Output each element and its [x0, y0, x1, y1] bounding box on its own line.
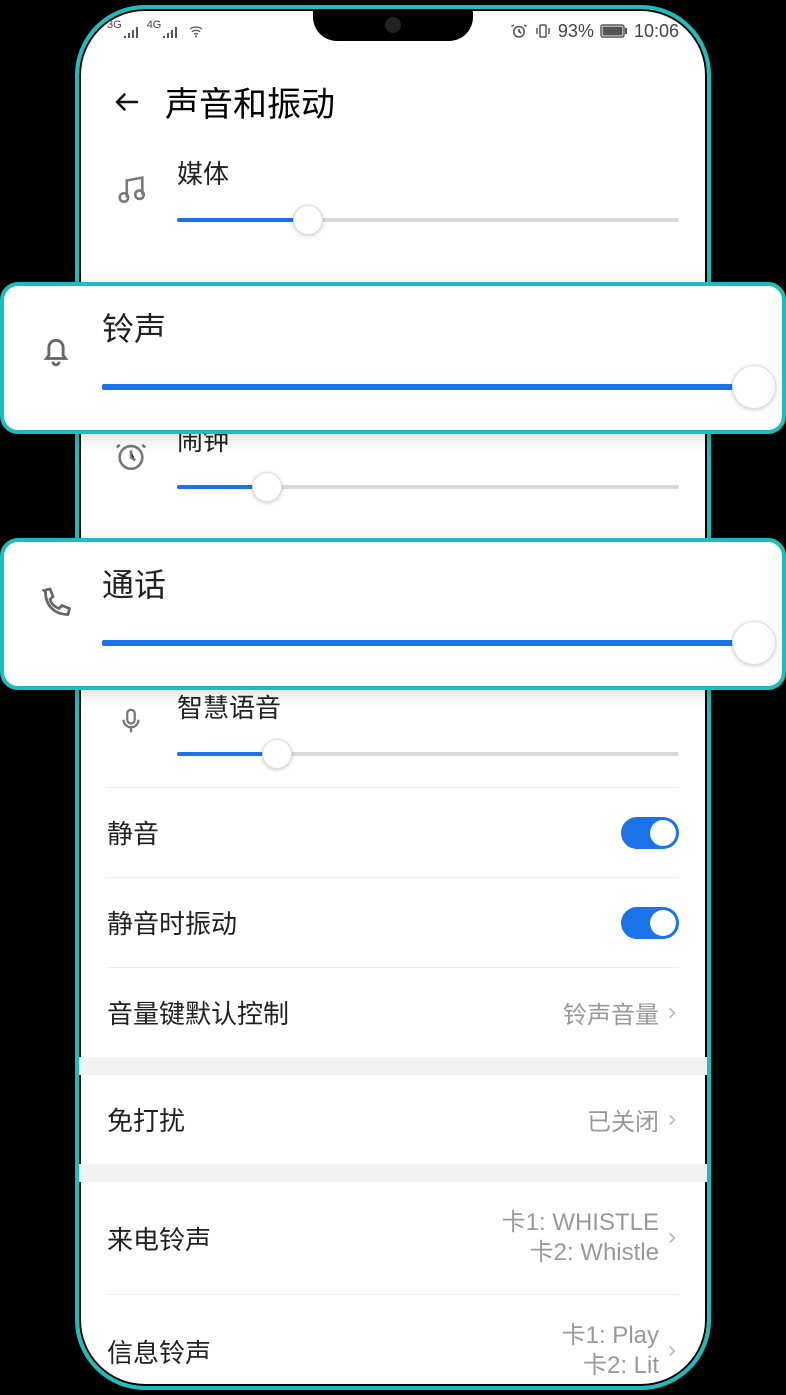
ringtone-value: 卡1: WHISTLE 卡2: Whistle [502, 1208, 659, 1268]
call-volume-callout: 通话 [0, 538, 786, 690]
chevron-right-icon [665, 1227, 679, 1249]
vibrate-status-icon [534, 22, 552, 40]
phone-frame: 3G 4G 93% [75, 5, 711, 1390]
media-label: 媒体 [177, 154, 679, 191]
vibrate-muted-label: 静音时振动 [107, 904, 237, 941]
volume-key-row[interactable]: 音量键默认控制 铃声音量 [79, 968, 707, 1057]
mute-toggle[interactable] [621, 817, 679, 849]
notch [313, 9, 473, 41]
page-title: 声音和振动 [165, 77, 335, 126]
dnd-row[interactable]: 免打扰 已关闭 [79, 1075, 707, 1164]
message-tone-value: 卡1: Play 卡2: Lit [562, 1321, 659, 1381]
chevron-right-icon [665, 1002, 679, 1024]
app-bar: 声音和振动 [79, 53, 707, 136]
battery-percent: 93% [558, 21, 594, 42]
signal-4g-icon: 4G [147, 24, 181, 38]
call-label: 通话 [102, 560, 754, 606]
alarm-slider[interactable] [177, 472, 679, 502]
music-note-icon [107, 172, 155, 206]
status-time: 10:06 [634, 21, 679, 42]
volume-key-label: 音量键默认控制 [107, 994, 289, 1031]
wifi-icon [186, 23, 206, 39]
vibrate-muted-row[interactable]: 静音时振动 [79, 878, 707, 967]
section-gap [79, 1057, 707, 1075]
back-button[interactable] [107, 82, 147, 122]
volume-key-value: 铃声音量 [563, 995, 659, 1030]
media-slider[interactable] [177, 205, 679, 235]
dnd-value: 已关闭 [587, 1102, 659, 1137]
signal-3g-icon: 3G [107, 24, 141, 38]
ring-label: 铃声 [102, 304, 754, 350]
ringtone-row[interactable]: 来电铃声 卡1: WHISTLE 卡2: Whistle [79, 1182, 707, 1294]
section-gap [79, 1164, 707, 1182]
chevron-right-icon [665, 1109, 679, 1131]
voice-slider[interactable] [177, 739, 679, 769]
ring-volume-callout: 铃声 [0, 282, 786, 434]
chevron-right-icon [665, 1340, 679, 1362]
call-slider[interactable] [102, 628, 754, 658]
mute-row[interactable]: 静音 [79, 788, 707, 877]
message-tone-row[interactable]: 信息铃声 卡1: Play 卡2: Lit [79, 1295, 707, 1390]
ring-slider[interactable] [102, 372, 754, 402]
vibrate-muted-toggle[interactable] [621, 907, 679, 939]
media-volume-row: 媒体 [79, 136, 707, 253]
mute-label: 静音 [107, 814, 159, 851]
ringtone-label: 来电铃声 [107, 1220, 211, 1257]
message-tone-label: 信息铃声 [107, 1333, 211, 1370]
phone-icon [32, 586, 80, 622]
dnd-label: 免打扰 [107, 1101, 185, 1138]
battery-icon [600, 24, 628, 38]
alarm-status-icon [510, 22, 528, 40]
voice-label: 智慧语音 [177, 688, 679, 725]
microphone-icon [107, 706, 155, 736]
alarm-clock-icon [107, 439, 155, 473]
bell-icon [32, 330, 80, 368]
